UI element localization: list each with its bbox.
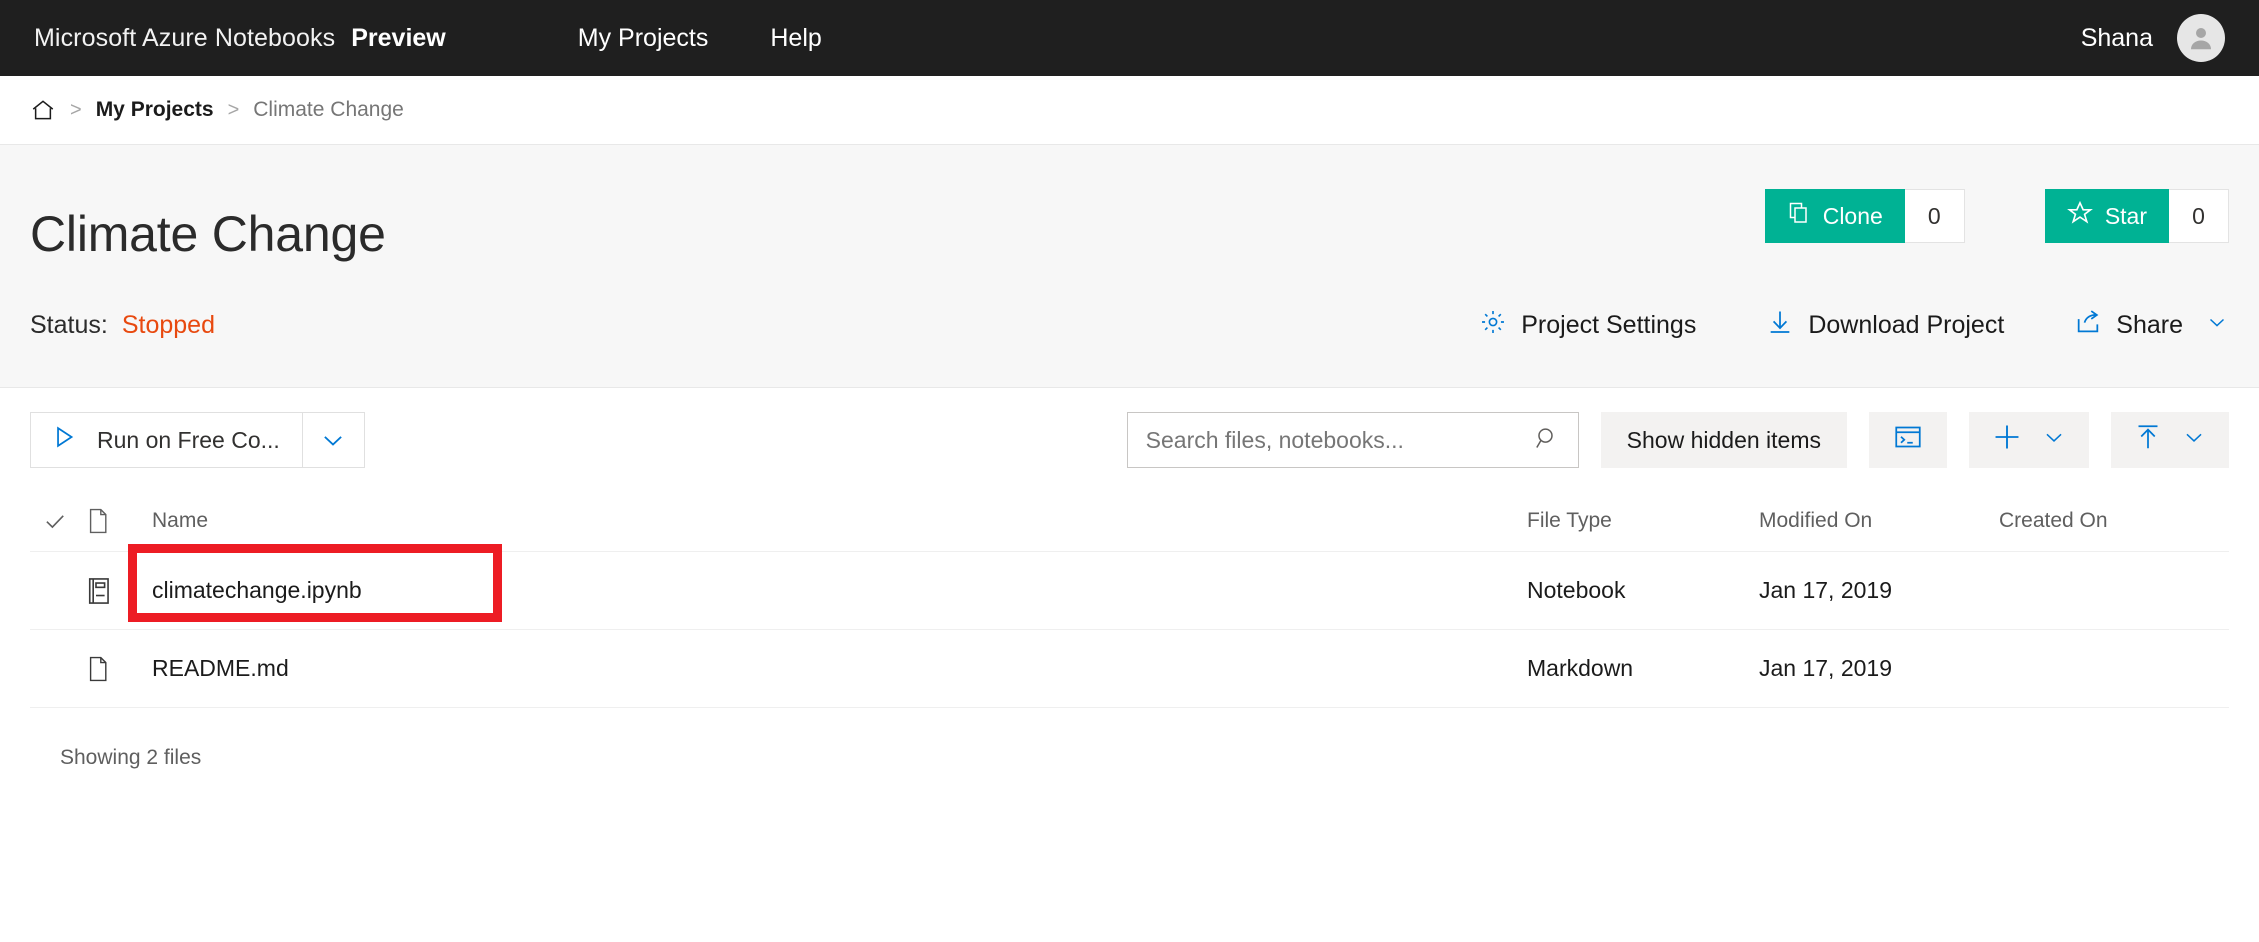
chevron-down-icon[interactable] <box>2041 424 2067 456</box>
star-count: 0 <box>2169 189 2229 243</box>
preview-badge: Preview <box>351 24 446 53</box>
share-button[interactable]: Share <box>2074 308 2229 343</box>
search-box[interactable] <box>1127 412 1579 468</box>
gear-icon <box>1479 308 1507 343</box>
breadcrumb-item-climate-change: Climate Change <box>253 98 404 122</box>
modified-on-value: Jan 17, 2019 <box>1759 655 1999 682</box>
file-count-label: Showing 2 files <box>30 708 2229 770</box>
show-hidden-items-button[interactable]: Show hidden items <box>1601 412 1847 468</box>
status-label: Status: <box>30 311 108 340</box>
column-header-modified-on[interactable]: Modified On <box>1759 509 1999 533</box>
brand-title[interactable]: Microsoft Azure Notebooks <box>34 24 335 53</box>
download-project-button[interactable]: Download Project <box>1766 308 2004 343</box>
play-icon <box>51 424 77 456</box>
new-item-button[interactable] <box>1969 412 2089 468</box>
run-options-chevron-down-icon[interactable] <box>303 412 365 468</box>
column-header-file-type[interactable]: File Type <box>1527 509 1759 533</box>
project-status-row: Status: Stopped Project Settings <box>30 308 2229 343</box>
search-icon[interactable] <box>1534 425 1560 456</box>
top-nav-links: My Projects Help <box>578 24 822 53</box>
file-list: Name File Type Modified On Created On cl… <box>0 490 2259 770</box>
files-toolbar: Run on Free Co... Show hidden items <box>0 388 2259 490</box>
plus-icon <box>1991 421 2023 459</box>
upload-icon <box>2133 422 2163 458</box>
show-hidden-items-label: Show hidden items <box>1627 427 1821 454</box>
page-title: Climate Change <box>30 207 386 262</box>
file-name-link[interactable]: climatechange.ipynb <box>152 577 1527 604</box>
clone-count: 0 <box>1905 189 1965 243</box>
nav-my-projects[interactable]: My Projects <box>578 24 709 53</box>
home-icon[interactable] <box>30 97 56 123</box>
project-settings-label: Project Settings <box>1521 311 1696 340</box>
modified-on-value: Jan 17, 2019 <box>1759 577 1999 604</box>
run-on-free-compute-button[interactable]: Run on Free Co... <box>30 412 303 468</box>
star-split-button: Star 0 <box>2045 189 2229 243</box>
select-all-checkmark-icon[interactable] <box>30 508 86 534</box>
clone-button[interactable]: Clone <box>1765 189 1905 243</box>
star-button[interactable]: Star <box>2045 189 2169 243</box>
star-icon <box>2067 200 2093 232</box>
status-badge: Stopped <box>122 311 215 340</box>
project-header-actions: Clone 0 Star 0 <box>1765 173 2229 243</box>
column-header-created-on[interactable]: Created On <box>1999 509 2229 533</box>
top-navigation-bar: Microsoft Azure Notebooks Preview My Pro… <box>0 0 2259 76</box>
copy-icon <box>1787 201 1811 231</box>
terminal-icon <box>1893 422 1923 458</box>
user-area[interactable]: Shana <box>2081 14 2225 62</box>
search-input[interactable] <box>1144 426 1534 455</box>
clone-split-button: Clone 0 <box>1765 189 1965 243</box>
share-label: Share <box>2116 311 2183 340</box>
nav-help[interactable]: Help <box>770 24 821 53</box>
project-actions: Project Settings Download Project <box>1479 308 2229 343</box>
share-icon <box>2074 308 2102 343</box>
file-icon <box>86 655 152 683</box>
column-header-file-icon[interactable] <box>86 508 152 534</box>
breadcrumb-item-my-projects[interactable]: My Projects <box>96 98 214 122</box>
notebook-icon <box>86 577 152 605</box>
download-project-label: Download Project <box>1808 311 2004 340</box>
clone-button-label: Clone <box>1823 203 1883 230</box>
user-avatar-icon[interactable] <box>2177 14 2225 62</box>
files-toolbar-right: Show hidden items <box>1127 412 2229 468</box>
chevron-down-icon[interactable] <box>2205 310 2229 341</box>
table-row[interactable]: climatechange.ipynb Notebook Jan 17, 201… <box>30 552 2229 630</box>
username-label: Shana <box>2081 24 2153 53</box>
project-settings-button[interactable]: Project Settings <box>1479 308 1696 343</box>
breadcrumb-separator-2: > <box>228 99 240 122</box>
star-button-label: Star <box>2105 203 2147 230</box>
download-arrow-icon <box>1766 308 1794 343</box>
terminal-button[interactable] <box>1869 412 1947 468</box>
file-type-value: Notebook <box>1527 577 1759 604</box>
column-header-name[interactable]: Name <box>152 509 1527 533</box>
file-list-header: Name File Type Modified On Created On <box>30 490 2229 552</box>
breadcrumb-separator-1: > <box>70 99 82 122</box>
upload-button[interactable] <box>2111 412 2229 468</box>
breadcrumb: > My Projects > Climate Change <box>0 76 2259 144</box>
file-name-link[interactable]: README.md <box>152 655 1527 682</box>
run-split-button: Run on Free Co... <box>30 412 365 468</box>
run-button-label: Run on Free Co... <box>97 427 280 454</box>
project-header: Climate Change Clone 0 <box>0 144 2259 388</box>
chevron-down-icon[interactable] <box>2181 424 2207 456</box>
table-row[interactable]: README.md Markdown Jan 17, 2019 <box>30 630 2229 708</box>
file-type-value: Markdown <box>1527 655 1759 682</box>
